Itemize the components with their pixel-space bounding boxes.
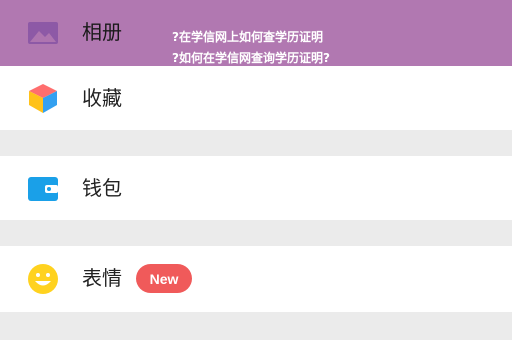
menu-label-favorites: 收藏: [82, 86, 122, 110]
menu-item-favorites[interactable]: 收藏: [0, 66, 512, 130]
cube-icon: [27, 82, 59, 114]
menu-label-album: 相册: [82, 20, 122, 44]
menu-item-wallet[interactable]: 钱包: [0, 156, 512, 220]
banner-text-line1: ?在学信网上如何查学历证明: [172, 30, 323, 44]
menu-item-emoji[interactable]: 表情: [0, 246, 512, 312]
menu-label-emoji: 表情: [82, 266, 122, 290]
banner-text-line2: ?如何在学信网查询学历证明?: [172, 51, 330, 65]
new-badge: New: [136, 264, 192, 293]
wallet-icon: [27, 173, 59, 205]
smiley-icon: [27, 263, 59, 295]
menu-label-wallet: 钱包: [82, 176, 122, 200]
